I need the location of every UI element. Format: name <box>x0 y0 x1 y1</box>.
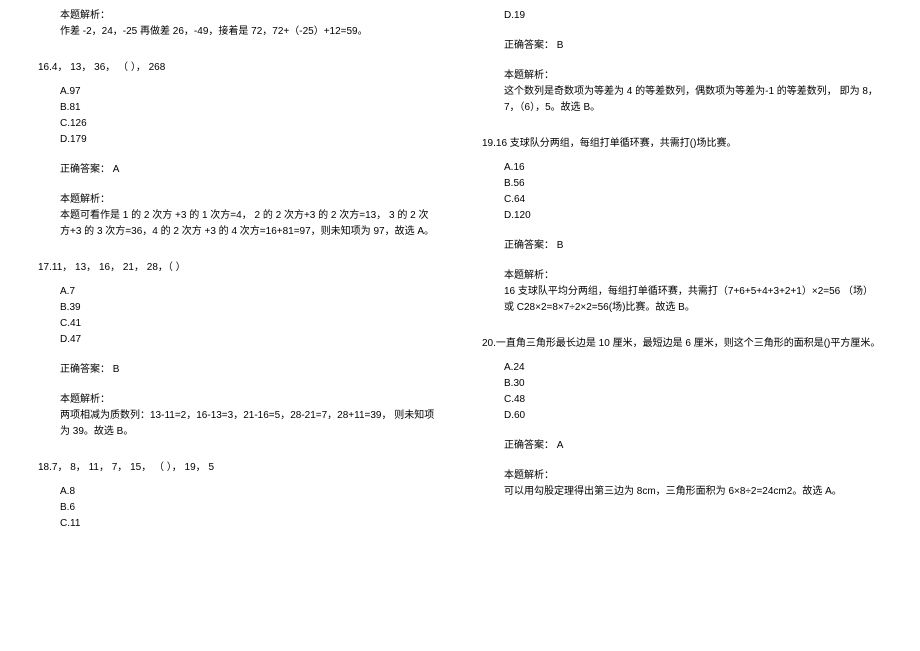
q19-opt-c: C.64 <box>504 192 882 208</box>
q17-answer: 正确答案： B <box>38 362 438 378</box>
q16-parse-body: 本题可看作是 1 的 2 次方 +3 的 1 次方=4， 2 的 2 次方+3 … <box>38 208 438 240</box>
q19-answer: 正确答案： B <box>482 238 882 254</box>
q20-options: A.24 B.30 C.48 D.60 <box>482 360 882 424</box>
q20-opt-c: C.48 <box>504 392 882 408</box>
q19-options: A.16 B.56 C.64 D.120 <box>482 160 882 224</box>
q17-opt-b: B.39 <box>60 300 438 316</box>
q18-answer: 正确答案： B <box>482 38 882 54</box>
q17-parse-label: 本题解析： <box>38 392 438 408</box>
q20-opt-a: A.24 <box>504 360 882 376</box>
q18-opt-c: C.11 <box>60 516 438 532</box>
q17-opt-c: C.41 <box>60 316 438 332</box>
q20-stem: 20.一直角三角形最长边是 10 厘米，最短边是 6 厘米，则这个三角形的面积是… <box>482 336 882 352</box>
q17-stem: 17.11， 13， 16， 21， 28，（ ） <box>38 260 438 276</box>
q18-opt-b: B.6 <box>60 500 438 516</box>
q16-stem: 16.4， 13， 36， （ ）， 268 <box>38 60 438 76</box>
column-right: D.19 正确答案： B 本题解析： 这个数列是奇数项为等差为 4 的等差数列，… <box>460 0 920 651</box>
page: 本题解析： 作差 -2，24，-25 再做差 26，-49，接着是 72，72+… <box>0 0 920 651</box>
q20-parse-label: 本题解析： <box>482 468 882 484</box>
q20-opt-d: D.60 <box>504 408 882 424</box>
q18-parse-body: 这个数列是奇数项为等差为 4 的等差数列，偶数项为等差为-1 的等差数列， 即为… <box>482 84 882 116</box>
q20-answer: 正确答案： A <box>482 438 882 454</box>
q18-options-part2: D.19 <box>482 8 882 24</box>
q15-parse-body: 作差 -2，24，-25 再做差 26，-49，接着是 72，72+（-25）+… <box>38 24 438 40</box>
q16-answer: 正确答案： A <box>38 162 438 178</box>
q17-opt-a: A.7 <box>60 284 438 300</box>
q16-opt-a: A.97 <box>60 84 438 100</box>
q19-opt-d: D.120 <box>504 208 882 224</box>
q16-opt-d: D.179 <box>60 132 438 148</box>
q18-parse-label: 本题解析： <box>482 68 882 84</box>
q20-opt-b: B.30 <box>504 376 882 392</box>
q18-options-part1: A.8 B.6 C.11 <box>38 484 438 532</box>
q16-opt-b: B.81 <box>60 100 438 116</box>
q20-parse-body: 可以用勾股定理得出第三边为 8cm，三角形面积为 6×8÷2=24cm2。故选 … <box>482 484 882 500</box>
q19-opt-a: A.16 <box>504 160 882 176</box>
q17-parse-body: 两项相减为质数列：13-11=2，16-13=3，21-16=5，28-21=7… <box>38 408 438 440</box>
q19-parse-body: 16 支球队平均分两组，每组打单循环赛，共需打（7+6+5+4+3+2+1）×2… <box>482 284 882 316</box>
q19-parse-label: 本题解析： <box>482 268 882 284</box>
q18-stem: 18.7， 8， 11， 7， 15， （ ）， 19， 5 <box>38 460 438 476</box>
q18-opt-a: A.8 <box>60 484 438 500</box>
q18-opt-d: D.19 <box>504 8 882 24</box>
column-left: 本题解析： 作差 -2，24，-25 再做差 26，-49，接着是 72，72+… <box>0 0 460 651</box>
q17-options: A.7 B.39 C.41 D.47 <box>38 284 438 348</box>
q16-options: A.97 B.81 C.126 D.179 <box>38 84 438 148</box>
q19-stem: 19.16 支球队分两组，每组打单循环赛，共需打()场比赛。 <box>482 136 882 152</box>
q19-opt-b: B.56 <box>504 176 882 192</box>
q15-parse-label: 本题解析： <box>38 8 438 24</box>
q17-opt-d: D.47 <box>60 332 438 348</box>
q16-opt-c: C.126 <box>60 116 438 132</box>
q16-parse-label: 本题解析： <box>38 192 438 208</box>
